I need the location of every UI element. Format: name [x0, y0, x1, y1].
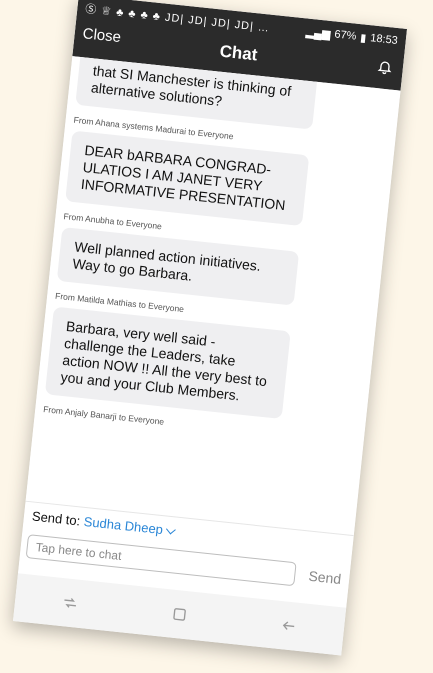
battery-level: 67%	[333, 28, 357, 43]
message-list[interactable]: that SI Manchester is thinking of altern…	[25, 56, 401, 537]
recent-apps-icon[interactable]	[60, 593, 80, 613]
send-button[interactable]: Send	[308, 568, 342, 587]
signal-icon: ▂▄▆	[305, 25, 332, 41]
back-icon[interactable]	[279, 616, 299, 636]
home-icon[interactable]	[170, 605, 190, 625]
battery-icon: ▮	[359, 31, 367, 45]
clock: 18:53	[369, 32, 399, 48]
chevron-down-icon[interactable]	[165, 524, 176, 535]
message-bubble: Barbara, very well said - challenge the …	[44, 306, 291, 419]
bell-icon[interactable]	[376, 58, 394, 76]
list-item: From Matilda Mathias to Everyone Barbara…	[44, 291, 358, 426]
send-to-label: Send to:	[31, 508, 82, 529]
phone-screen: Ⓢ ♕ ♣ ♣ ♣ ♣ JD| JD| JD| JD| … ▂▄▆ 67% ▮ …	[12, 0, 408, 656]
send-to-recipient[interactable]: Sudha Dheep	[83, 514, 164, 537]
